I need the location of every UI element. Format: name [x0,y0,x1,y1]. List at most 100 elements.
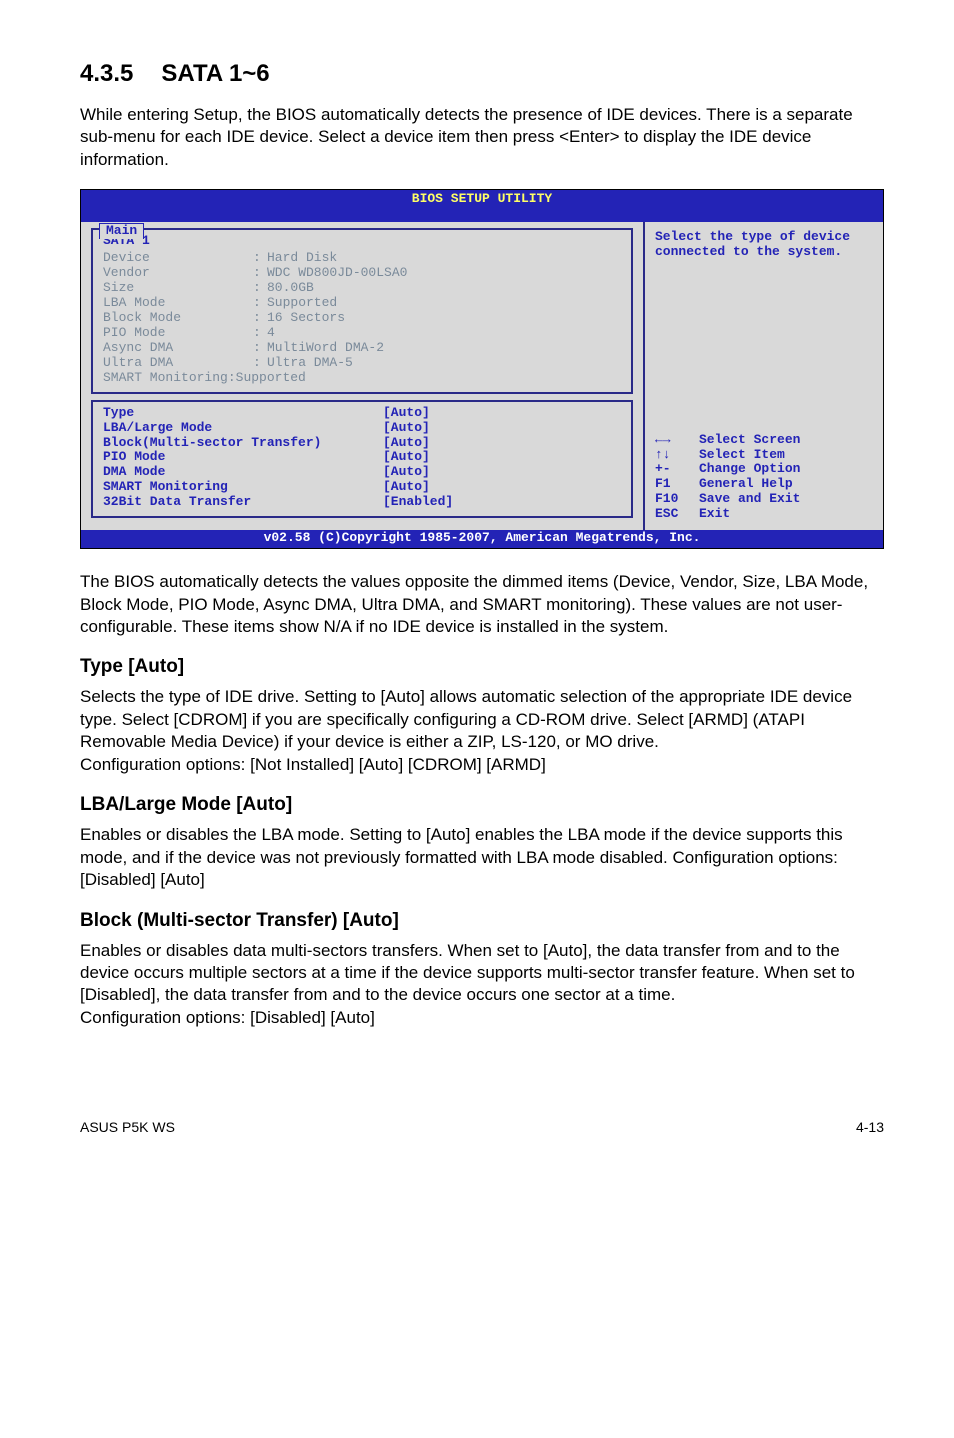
block-paragraph-1: Enables or disables data multi-sectors t… [80,940,884,1007]
detected-value: Hard Disk [267,251,337,266]
option-row: Type[Auto] [103,406,621,421]
detected-value: MultiWord DMA-2 [267,341,384,356]
detected-colon: : [253,281,267,296]
bios-panel-title: SATA 1 [103,234,621,249]
type-paragraph-2: Configuration options: [Not Installed] [… [80,754,884,776]
option-value: [Auto] [383,465,430,480]
detected-label: Async DMA [103,341,253,356]
bios-title-text: BIOS SETUP UTILITY [412,191,552,206]
detected-value: 80.0GB [267,281,314,296]
bios-tab-main: Main [99,223,144,239]
lba-paragraph: Enables or disables the LBA mode. Settin… [80,824,884,891]
bios-title-bar: BIOS SETUP UTILITY [81,190,883,208]
option-label: DMA Mode [103,465,383,480]
option-row: 32Bit Data Transfer[Enabled] [103,495,621,510]
detected-value: Supported [236,371,306,386]
option-label: PIO Mode [103,450,383,465]
type-paragraph-1: Selects the type of IDE drive. Setting t… [80,686,884,753]
detected-label: PIO Mode [103,326,253,341]
option-label: Block(Multi-sector Transfer) [103,436,383,451]
detected-colon: : [253,356,267,371]
option-value: [Auto] [383,406,430,421]
detected-label: Size [103,281,253,296]
detected-colon: : [253,296,267,311]
legend-label: Save and Exit [699,492,800,507]
section-heading: 4.3.5 SATA 1~6 [80,60,884,88]
legend-key: ESC [655,507,699,522]
detected-row: Async DMA:MultiWord DMA-2 [103,341,621,356]
detected-colon: : [253,341,267,356]
legend-label: Select Item [699,448,785,463]
detected-row: PIO Mode:4 [103,326,621,341]
option-row: DMA Mode[Auto] [103,465,621,480]
legend-key: ←→ [655,433,699,448]
detected-row: SMART Monitoring: Supported [103,371,621,386]
option-value: [Auto] [383,450,430,465]
detected-colon: : [253,251,267,266]
legend-label: General Help [699,477,793,492]
intro-paragraph: While entering Setup, the BIOS automatic… [80,104,884,171]
subheading-type: Type [Auto] [80,656,884,678]
detected-value: Supported [267,296,337,311]
option-value: [Auto] [383,436,430,451]
bios-menubar: Main [81,208,883,222]
detected-row: Device:Hard Disk [103,251,621,266]
option-row: PIO Mode[Auto] [103,450,621,465]
bios-screenshot: BIOS SETUP UTILITY Main SATA 1 Device:Ha… [80,189,884,549]
detected-value: 16 Sectors [267,311,345,326]
bios-left-pane: SATA 1 Device:Hard Disk Vendor:WDC WD800… [81,222,643,530]
legend-key: +- [655,462,699,477]
legend-key: ↑↓ [655,448,699,463]
detected-value: WDC WD800JD-00LSA0 [267,266,407,281]
detected-label: Device [103,251,253,266]
option-label: LBA/Large Mode [103,421,383,436]
legend-label: Select Screen [699,433,800,448]
option-row: LBA/Large Mode[Auto] [103,421,621,436]
option-row: Block(Multi-sector Transfer)[Auto] [103,436,621,451]
option-value: [Enabled] [383,495,453,510]
bios-help-text: Select the type of device connected to t… [655,230,873,260]
bios-legend: ←→Select Screen ↑↓Select Item +-Change O… [655,433,873,523]
option-value: [Auto] [383,480,430,495]
detected-colon: : [253,311,267,326]
option-label: SMART Monitoring [103,480,383,495]
legend-row: F1General Help [655,477,873,492]
section-title: SATA 1~6 [161,60,269,87]
detected-label: Vendor [103,266,253,281]
legend-row: ←→Select Screen [655,433,873,448]
footer-right: 4-13 [856,1119,884,1135]
detected-row: Block Mode:16 Sectors [103,311,621,326]
legend-label: Change Option [699,462,800,477]
legend-row: ESCExit [655,507,873,522]
legend-row: +-Change Option [655,462,873,477]
detected-row: Vendor:WDC WD800JD-00LSA0 [103,266,621,281]
bios-options-panel: Type[Auto] LBA/Large Mode[Auto] Block(Mu… [91,400,633,519]
after-bios-paragraph: The BIOS automatically detects the value… [80,571,884,638]
subheading-block: Block (Multi-sector Transfer) [Auto] [80,910,884,932]
subheading-lba: LBA/Large Mode [Auto] [80,794,884,816]
legend-label: Exit [699,507,730,522]
detected-label: LBA Mode [103,296,253,311]
detected-colon: : [228,371,236,386]
footer-left: ASUS P5K WS [80,1119,175,1135]
option-row: SMART Monitoring[Auto] [103,480,621,495]
bios-detected-panel: SATA 1 Device:Hard Disk Vendor:WDC WD800… [91,228,633,393]
page-footer: ASUS P5K WS 4-13 [80,1119,884,1135]
detected-row: Size:80.0GB [103,281,621,296]
bios-footer: v02.58 (C)Copyright 1985-2007, American … [81,530,883,548]
detected-label: SMART Monitoring [103,371,228,386]
detected-label: Ultra DMA [103,356,253,371]
legend-key: F1 [655,477,699,492]
option-label: Type [103,406,383,421]
detected-value: Ultra DMA-5 [267,356,353,371]
legend-row: ↑↓Select Item [655,448,873,463]
option-label: 32Bit Data Transfer [103,495,383,510]
bios-right-pane: Select the type of device connected to t… [643,222,883,530]
option-value: [Auto] [383,421,430,436]
section-number: 4.3.5 [80,60,133,87]
detected-label: Block Mode [103,311,253,326]
detected-row: LBA Mode:Supported [103,296,621,311]
detected-row: Ultra DMA:Ultra DMA-5 [103,356,621,371]
detected-colon: : [253,266,267,281]
legend-row: F10Save and Exit [655,492,873,507]
